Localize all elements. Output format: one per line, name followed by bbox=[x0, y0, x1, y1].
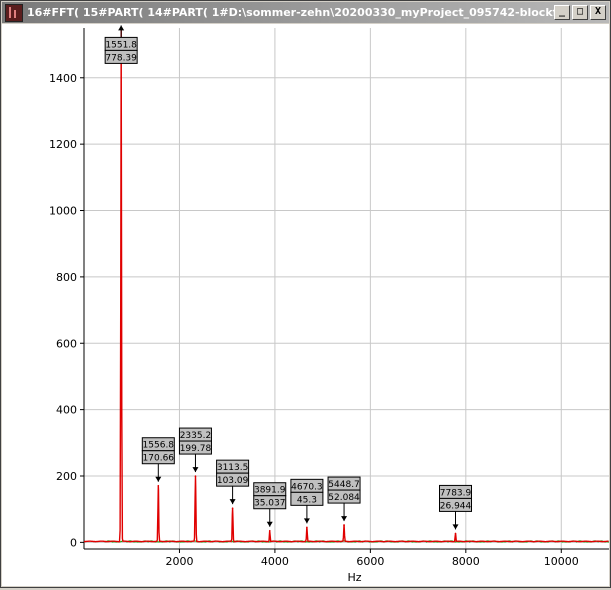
callout-value-top: 3113.5 bbox=[217, 463, 249, 473]
window-title: 16#FFT( 15#PART( 14#PART( 1#D:\sommer-ze… bbox=[27, 6, 567, 19]
callout-value-bottom: 778.39 bbox=[105, 53, 137, 63]
close-button[interactable]: X bbox=[590, 5, 606, 20]
callout-arrow-head bbox=[452, 524, 459, 530]
y-tick-label: 600 bbox=[56, 337, 77, 350]
x-axis-label: Hz bbox=[347, 571, 361, 584]
y-tick-label: 800 bbox=[56, 271, 77, 284]
minimize-button[interactable]: _ bbox=[554, 5, 570, 20]
callout-value-bottom: 52.084 bbox=[328, 493, 360, 503]
fft-chart: 2000 4000 6000 8000 10000 0 200 400 600 800 1000 12… bbox=[49, 25, 610, 584]
peak-point bbox=[343, 524, 345, 526]
callout-value-bottom: 35.037 bbox=[254, 499, 286, 509]
callout-arrow-head bbox=[229, 499, 236, 505]
callout-arrow-head bbox=[266, 521, 273, 527]
chart-area: 2000 4000 6000 8000 10000 0 200 400 600 800 1000 12… bbox=[2, 24, 610, 586]
x-tick-label: 2000 bbox=[165, 555, 193, 568]
x-tick-label: 6000 bbox=[356, 555, 384, 568]
maximize-button[interactable]: □ bbox=[572, 5, 588, 20]
plot-window: 16#FFT( 15#PART( 14#PART( 1#D:\sommer-ze… bbox=[0, 0, 611, 588]
x-tick-label: 8000 bbox=[452, 555, 480, 568]
callout-value-top: 7783.9 bbox=[440, 488, 472, 498]
callout-value-bottom: 103.09 bbox=[217, 476, 249, 486]
callout-arrow-head bbox=[155, 476, 162, 482]
callout-value-top: 3891.9 bbox=[254, 486, 286, 496]
title-bar[interactable]: 16#FFT( 15#PART( 14#PART( 1#D:\sommer-ze… bbox=[2, 2, 609, 23]
callout-value-bottom: 199.78 bbox=[180, 444, 212, 454]
callout-arrow-head bbox=[118, 25, 125, 31]
callout-value-top: 1551.8 bbox=[105, 40, 137, 50]
peak-callout: 1556.8 170.66 bbox=[141, 437, 175, 482]
peak-point bbox=[231, 507, 234, 509]
peak-callout: 1551.8 778.39 bbox=[104, 25, 138, 64]
peak-callout: 3891.9 35.037 bbox=[253, 482, 287, 527]
callout-value-top: 2335.2 bbox=[180, 431, 212, 441]
series-line bbox=[83, 27, 609, 543]
app-icon[interactable] bbox=[5, 3, 23, 22]
peak-point bbox=[454, 532, 457, 535]
callout-value-bottom: 170.66 bbox=[143, 454, 175, 464]
callout-value-top: 1556.8 bbox=[143, 441, 175, 451]
peak-callout: 3113.5 103.09 bbox=[216, 459, 250, 505]
x-tick-label: 4000 bbox=[261, 555, 289, 568]
callout-value-top: 4670.3 bbox=[291, 482, 323, 492]
y-tick-label: 1200 bbox=[49, 138, 77, 151]
peak-point bbox=[268, 529, 271, 532]
callout-arrow-head bbox=[192, 467, 199, 473]
callout-value-bottom: 26.944 bbox=[440, 501, 472, 511]
peak-point bbox=[194, 475, 197, 477]
callout-arrow-head bbox=[341, 516, 348, 522]
y-tick-label: 200 bbox=[56, 470, 77, 483]
x-tick-label: 10000 bbox=[544, 555, 579, 568]
y-tick-label: 1000 bbox=[49, 205, 77, 218]
peak-callout: 4670.3 45.3 bbox=[290, 478, 324, 524]
callout-value-bottom: 45.3 bbox=[297, 495, 317, 505]
peak-point bbox=[157, 484, 160, 487]
peak-callout: 5448.7 52.084 bbox=[327, 476, 361, 522]
callout-arrow-head bbox=[303, 518, 310, 524]
y-tick-label: 1400 bbox=[49, 72, 77, 85]
callout-value-top: 5448.7 bbox=[328, 480, 360, 490]
y-tick-label: 0 bbox=[70, 536, 77, 549]
peak-callout: 7783.9 26.944 bbox=[439, 484, 473, 530]
peak-callout: 2335.2 199.78 bbox=[178, 427, 212, 473]
peak-point bbox=[306, 526, 308, 529]
y-tick-label: 400 bbox=[56, 404, 77, 417]
